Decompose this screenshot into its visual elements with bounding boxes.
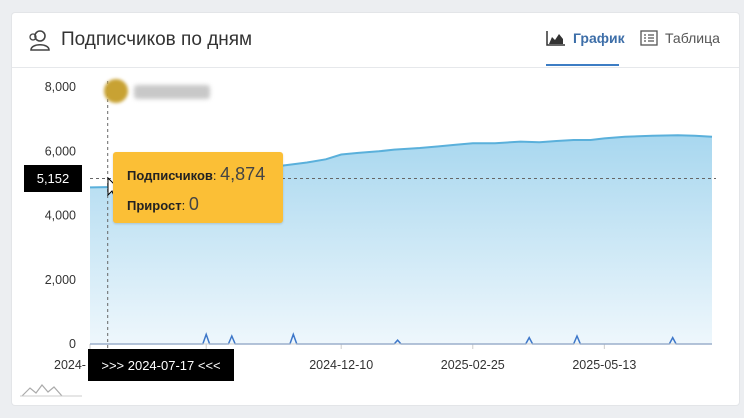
legend-series-name-blurred	[134, 85, 210, 99]
tooltip-subscribers-label: Подписчиков	[127, 168, 213, 183]
channel-avatar-icon	[104, 79, 128, 103]
tooltip-growth-row: Прирост: 0	[127, 194, 199, 214]
subscribers-card: Подписчиков по дням График Таблица 8,000…	[12, 13, 739, 405]
x-tick-label: 2024-12-10	[309, 358, 373, 372]
x-tick-label: 2024-	[54, 358, 86, 372]
y-tick-label: 2,000	[45, 273, 76, 287]
x-tick-label: 2025-05-13	[572, 358, 636, 372]
tooltip-subscribers-value: 4,874	[220, 164, 266, 184]
x-tick-label: 2025-02-25	[441, 358, 505, 372]
y-tick-label: 6,000	[45, 144, 76, 158]
y-tick-label: 4,000	[45, 209, 76, 223]
crosshair-y-label: 5,152	[24, 165, 82, 192]
mini-navigator-icon[interactable]	[20, 384, 82, 397]
crosshair-x-label: >>> 2024-07-17 <<<	[88, 349, 234, 381]
y-tick-label: 8,000	[45, 80, 76, 94]
y-tick-label: 0	[69, 337, 76, 351]
tooltip-growth-label: Прирост	[127, 198, 182, 213]
data-tooltip: Подписчиков: 4,874 Прирост: 0	[113, 152, 283, 223]
tooltip-subscribers-row: Подписчиков: 4,874	[127, 164, 266, 184]
tooltip-growth-value: 0	[188, 194, 199, 214]
